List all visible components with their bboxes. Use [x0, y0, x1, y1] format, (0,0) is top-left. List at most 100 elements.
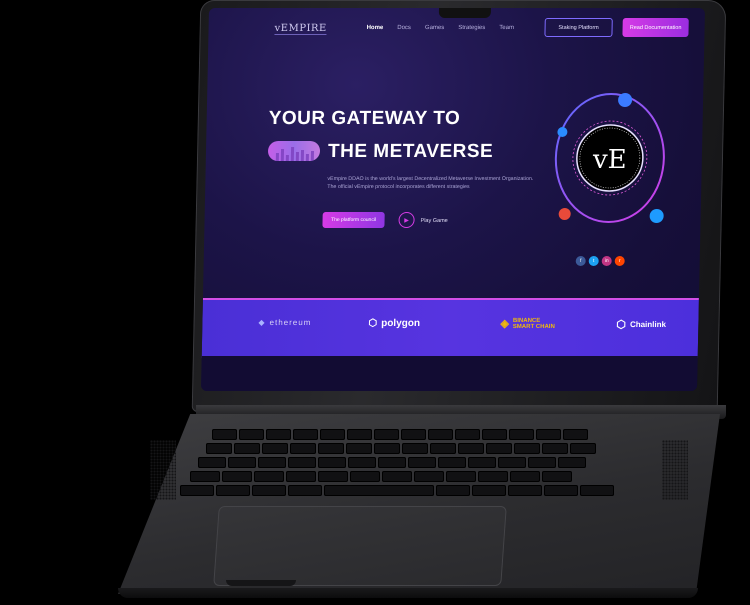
keyboard-row — [190, 471, 572, 482]
keyboard-key[interactable] — [288, 457, 316, 468]
keyboard-key[interactable] — [436, 485, 470, 496]
keyboard-key[interactable] — [190, 471, 220, 482]
keyboard-key[interactable] — [222, 471, 252, 482]
binance-icon: ◈ — [500, 318, 509, 330]
keyboard-key[interactable] — [468, 457, 496, 468]
keyboard-key[interactable] — [234, 443, 260, 454]
play-icon[interactable]: ▶ — [398, 212, 415, 228]
keyboard-key[interactable] — [324, 485, 434, 496]
red-token-icon — [558, 208, 571, 220]
keyboard-key[interactable] — [498, 457, 526, 468]
keyboard-key[interactable] — [455, 429, 480, 440]
keyboard-key[interactable] — [216, 485, 250, 496]
reddit-icon[interactable]: r — [614, 256, 625, 266]
play-game-link[interactable]: Play Game — [420, 218, 447, 224]
keyboard-key[interactable] — [514, 443, 540, 454]
keyboard-key[interactable] — [458, 443, 484, 454]
keyboard-key[interactable] — [570, 443, 596, 454]
nav-link-home[interactable]: Home — [367, 25, 384, 31]
keyboard-key[interactable] — [350, 471, 380, 482]
keyboard-key[interactable] — [290, 443, 316, 454]
keyboard-key[interactable] — [180, 485, 214, 496]
keyboard-key[interactable] — [472, 485, 506, 496]
keyboard-key[interactable] — [374, 443, 400, 454]
keyboard-key[interactable] — [212, 429, 237, 440]
read-documentation-button[interactable]: Read Documentation — [622, 18, 689, 37]
keyboard-key[interactable] — [478, 471, 508, 482]
trackpad[interactable] — [213, 506, 507, 586]
keyboard-key[interactable] — [374, 429, 399, 440]
token-orbit-graphic: vE — [554, 93, 665, 223]
hero-title-line2: THE METAVERSE — [327, 141, 494, 162]
keyboard-key[interactable] — [318, 443, 344, 454]
keyboard-key[interactable] — [508, 485, 542, 496]
keyboard-key[interactable] — [542, 471, 572, 482]
keyboard-key[interactable] — [563, 429, 588, 440]
keyboard-key[interactable] — [318, 471, 348, 482]
keyboard-key[interactable] — [401, 429, 426, 440]
hero-title-line1: YOUR GATEWAY TO — [268, 108, 461, 129]
keyboard-key[interactable] — [288, 485, 322, 496]
partner-polygon[interactable]: ⬡ polygon — [368, 318, 420, 329]
partner-ethereum[interactable]: ◆ ethereum — [258, 318, 311, 327]
polygon-label: polygon — [381, 318, 421, 329]
keyboard-key[interactable] — [382, 471, 412, 482]
staking-platform-button[interactable]: Staking Platform — [544, 18, 613, 37]
keyboard-key[interactable] — [402, 443, 428, 454]
keyboard-key[interactable] — [544, 485, 578, 496]
partner-chainlink[interactable]: ⬡ Chainlink — [616, 318, 666, 331]
keyboard-key[interactable] — [239, 429, 264, 440]
nav-link-strategies[interactable]: Strategies — [458, 25, 485, 31]
twitter-icon[interactable]: t — [588, 256, 599, 266]
right-speaker-grille — [662, 440, 688, 500]
facebook-icon[interactable]: f — [575, 256, 586, 266]
keyboard-key[interactable] — [486, 443, 512, 454]
keyboard-key[interactable] — [262, 443, 288, 454]
instagram-icon[interactable]: in — [601, 256, 612, 266]
keyboard-key[interactable] — [536, 429, 561, 440]
keyboard-key[interactable] — [510, 471, 540, 482]
keyboard-key[interactable] — [198, 457, 226, 468]
keyboard-key[interactable] — [254, 471, 284, 482]
keyboard-key[interactable] — [258, 457, 286, 468]
bitcoin-token-icon — [557, 127, 568, 137]
keyboard-key[interactable] — [428, 429, 453, 440]
keyboard-key[interactable] — [228, 457, 256, 468]
laptop-screen: vEMPIRE Home Docs Games Strategies Team … — [200, 8, 706, 391]
keyboard-key[interactable] — [320, 429, 345, 440]
keyboard-key[interactable] — [408, 457, 436, 468]
keyboard-key[interactable] — [266, 429, 291, 440]
keyboard-key[interactable] — [252, 485, 286, 496]
keyboard-row — [212, 429, 588, 440]
keyboard-key[interactable] — [348, 457, 376, 468]
keyboard-key[interactable] — [558, 457, 586, 468]
keyboard-key[interactable] — [580, 485, 614, 496]
keyboard-key[interactable] — [318, 457, 346, 468]
ethereum-label: ethereum — [269, 318, 312, 327]
keyboard-key[interactable] — [293, 429, 318, 440]
base-notch — [226, 580, 296, 586]
keyboard-key[interactable] — [286, 471, 316, 482]
chainlink-label: Chainlink — [629, 320, 667, 329]
screen-bottom-area — [200, 356, 698, 391]
keyboard-key[interactable] — [438, 457, 466, 468]
nav-link-games[interactable]: Games — [425, 25, 444, 31]
keyboard-key[interactable] — [528, 457, 556, 468]
keyboard-key[interactable] — [430, 443, 456, 454]
keyboard-key[interactable] — [446, 471, 476, 482]
keyboard-key[interactable] — [347, 429, 372, 440]
binance-label-line2: SMART CHAIN — [512, 324, 555, 330]
nav-link-docs[interactable]: Docs — [397, 25, 411, 31]
platform-council-button[interactable]: The platform council — [322, 212, 385, 228]
keyboard-key[interactable] — [346, 443, 372, 454]
partner-binance[interactable]: ◈ BINANCE SMART CHAIN — [500, 318, 555, 330]
keyboard-key[interactable] — [482, 429, 507, 440]
keyboard-key[interactable] — [509, 429, 534, 440]
keyboard-key[interactable] — [542, 443, 568, 454]
nav-link-team[interactable]: Team — [499, 25, 514, 31]
keyboard-key[interactable] — [206, 443, 232, 454]
keyboard-key[interactable] — [414, 471, 444, 482]
binance-label: BINANCE SMART CHAIN — [513, 318, 555, 330]
vempire-logo[interactable]: vEMPIRE — [274, 23, 327, 35]
keyboard-key[interactable] — [378, 457, 406, 468]
